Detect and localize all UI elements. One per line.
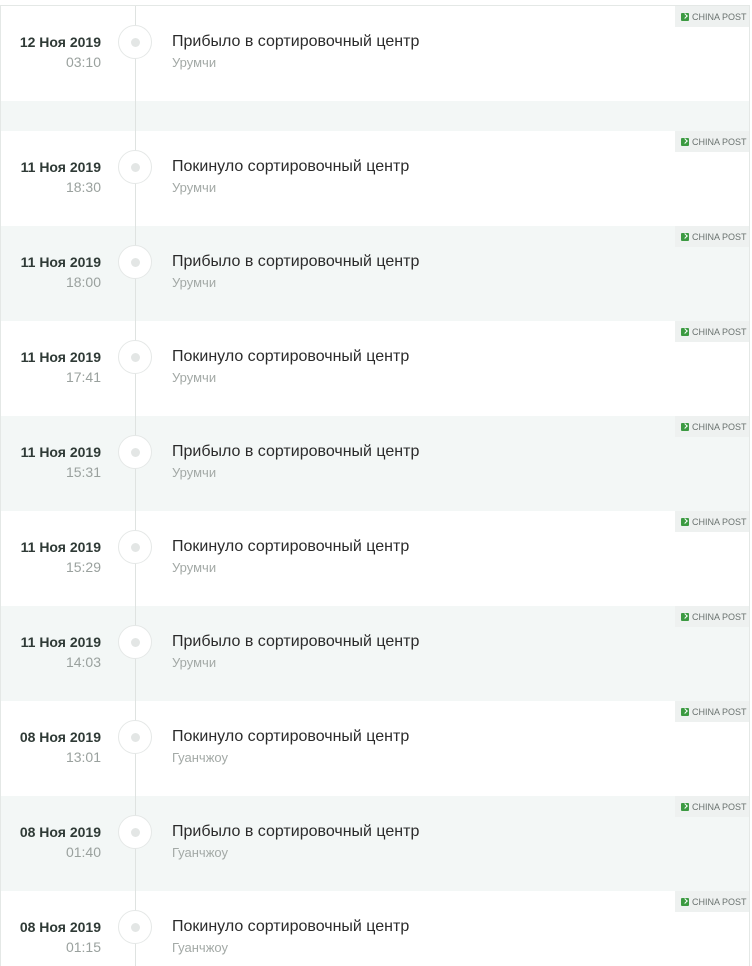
- external-link-icon: [681, 422, 689, 431]
- event-status: Покинуло сортировочный центр: [172, 728, 410, 745]
- timeline-dot-icon: [118, 720, 152, 754]
- event-status: Прибыло в сортировочный центр: [172, 443, 420, 460]
- tracking-timeline: 12 Ноя 2019 03:10 Прибыло в сортировочны…: [0, 5, 750, 966]
- event-city: Гуанчжоу: [172, 940, 228, 955]
- carrier-badge[interactable]: CHINA POST: [675, 131, 749, 152]
- section-divider: [1, 101, 749, 131]
- event-city: Урумчи: [172, 655, 217, 670]
- carrier-badge[interactable]: CHINA POST: [675, 226, 749, 247]
- tracking-event: 11 Ноя 2019 18:00 Прибыло в сортировочны…: [1, 226, 749, 321]
- carrier-label: CHINA POST: [692, 801, 747, 812]
- external-link-icon: [681, 612, 689, 621]
- event-time: 03:10: [65, 54, 101, 70]
- event-status: Покинуло сортировочный центр: [172, 348, 410, 365]
- carrier-badge[interactable]: CHINA POST: [675, 511, 749, 532]
- event-city: Урумчи: [172, 55, 217, 70]
- carrier-label: CHINA POST: [692, 896, 747, 907]
- tracking-event: 08 Ноя 2019 01:15 Покинуло сортировочный…: [1, 891, 749, 966]
- external-link-icon: [681, 897, 689, 906]
- external-link-icon: [681, 327, 689, 336]
- tracking-event: 12 Ноя 2019 03:10 Прибыло в сортировочны…: [1, 6, 749, 101]
- event-status: Прибыло в сортировочный центр: [172, 823, 420, 840]
- event-status: Прибыло в сортировочный центр: [172, 253, 420, 270]
- event-date: 11 Ноя 2019: [20, 159, 101, 175]
- carrier-badge[interactable]: CHINA POST: [675, 606, 749, 627]
- event-date: 11 Ноя 2019: [20, 444, 101, 460]
- event-time: 15:29: [65, 559, 101, 575]
- carrier-label: CHINA POST: [692, 611, 747, 622]
- external-link-icon: [681, 802, 689, 811]
- event-time: 17:41: [65, 369, 101, 385]
- event-date: 11 Ноя 2019: [20, 254, 101, 270]
- carrier-label: CHINA POST: [692, 136, 747, 147]
- tracking-event: 08 Ноя 2019 01:40 Прибыло в сортировочны…: [1, 796, 749, 891]
- carrier-label: CHINA POST: [692, 706, 747, 717]
- timeline-dot-icon: [118, 910, 152, 944]
- event-date: 11 Ноя 2019: [20, 539, 101, 555]
- event-status: Покинуло сортировочный центр: [172, 918, 410, 935]
- event-status: Покинуло сортировочный центр: [172, 538, 410, 555]
- event-date: 11 Ноя 2019: [20, 634, 101, 650]
- event-time: 18:30: [65, 179, 101, 195]
- event-time: 01:15: [65, 939, 101, 955]
- carrier-badge[interactable]: CHINA POST: [675, 6, 749, 27]
- tracking-event: 11 Ноя 2019 17:41 Покинуло сортировочный…: [1, 321, 749, 416]
- event-time: 13:01: [65, 749, 101, 765]
- carrier-label: CHINA POST: [692, 421, 747, 432]
- timeline-dot-icon: [118, 340, 152, 374]
- event-city: Урумчи: [172, 370, 217, 385]
- event-date: 08 Ноя 2019: [19, 919, 101, 935]
- event-time: 01:40: [65, 844, 101, 860]
- external-link-icon: [681, 707, 689, 716]
- event-date: 12 Ноя 2019: [19, 34, 101, 50]
- tracking-event: 08 Ноя 2019 13:01 Покинуло сортировочный…: [1, 701, 749, 796]
- event-date: 08 Ноя 2019: [19, 729, 101, 745]
- carrier-label: CHINA POST: [692, 516, 747, 527]
- event-city: Урумчи: [172, 465, 217, 480]
- timeline-dot-icon: [118, 435, 152, 469]
- tracking-event: 11 Ноя 2019 18:30 Покинуло сортировочный…: [1, 131, 749, 226]
- event-time: 18:00: [65, 274, 101, 290]
- tracking-event: 11 Ноя 2019 14:03 Прибыло в сортировочны…: [1, 606, 749, 701]
- event-city: Урумчи: [172, 275, 217, 290]
- event-time: 15:31: [65, 464, 101, 480]
- timeline-dot-icon: [118, 245, 152, 279]
- event-date: 11 Ноя 2019: [20, 349, 101, 365]
- carrier-badge[interactable]: CHINA POST: [675, 321, 749, 342]
- carrier-label: CHINA POST: [692, 326, 747, 337]
- event-status: Прибыло в сортировочный центр: [172, 633, 420, 650]
- event-status: Прибыло в сортировочный центр: [172, 33, 420, 50]
- carrier-label: CHINA POST: [692, 231, 747, 242]
- timeline-dot-icon: [118, 150, 152, 184]
- tracking-event: 11 Ноя 2019 15:31 Прибыло в сортировочны…: [1, 416, 749, 511]
- external-link-icon: [681, 232, 689, 241]
- external-link-icon: [681, 517, 689, 526]
- event-city: Урумчи: [172, 560, 217, 575]
- carrier-badge[interactable]: CHINA POST: [675, 796, 749, 817]
- event-date: 08 Ноя 2019: [19, 824, 101, 840]
- external-link-icon: [681, 137, 689, 146]
- tracking-event: 11 Ноя 2019 15:29 Покинуло сортировочный…: [1, 511, 749, 606]
- carrier-label: CHINA POST: [692, 11, 747, 22]
- carrier-badge[interactable]: CHINA POST: [675, 891, 749, 912]
- event-city: Гуанчжоу: [172, 845, 228, 860]
- event-city: Урумчи: [172, 180, 217, 195]
- timeline-dot-icon: [118, 815, 152, 849]
- event-time: 14:03: [65, 654, 101, 670]
- event-status: Покинуло сортировочный центр: [172, 158, 410, 175]
- timeline-dot-icon: [118, 25, 152, 59]
- timeline-dot-icon: [118, 530, 152, 564]
- event-city: Гуанчжоу: [172, 750, 228, 765]
- carrier-badge[interactable]: CHINA POST: [675, 416, 749, 437]
- external-link-icon: [681, 12, 689, 21]
- timeline-dot-icon: [118, 625, 152, 659]
- carrier-badge[interactable]: CHINA POST: [675, 701, 749, 722]
